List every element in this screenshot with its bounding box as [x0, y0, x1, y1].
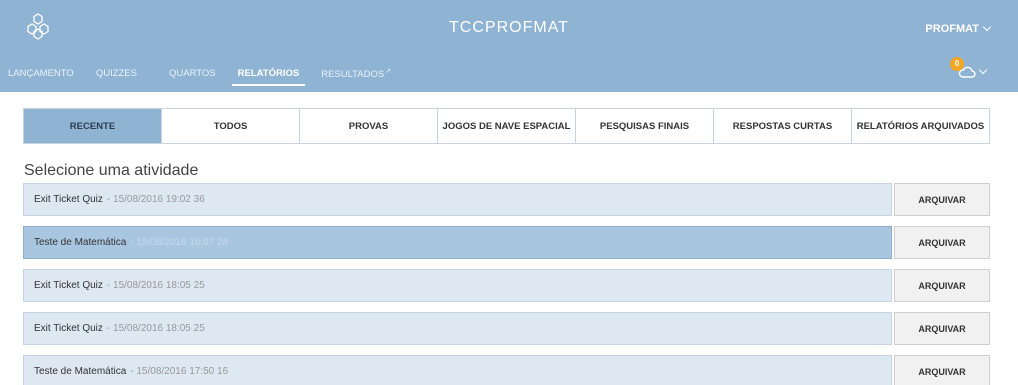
tab-jogos-de-nave-espacial[interactable]: JOGOS DE NAVE ESPACIAL [438, 109, 576, 143]
external-link-icon: ↗ [385, 68, 392, 75]
activity-date: - 15/08/2016 18:05 25 [106, 280, 205, 291]
activity-item[interactable]: Exit Ticket Quiz - 15/08/2016 18:05 25 [23, 269, 892, 302]
archive-button[interactable]: ARQUIVAR [894, 183, 990, 216]
nav-item-quizzes[interactable]: QUIZZES [96, 68, 137, 79]
activity-item[interactable]: Exit Ticket Quiz - 15/08/2016 19:02 36 [23, 183, 892, 216]
archive-button[interactable]: ARQUIVAR [894, 312, 990, 345]
tab-pesquisas-finais[interactable]: PESQUISAS FINAIS [576, 109, 714, 143]
activity-item[interactable]: Teste de Matemática - 15/08/2016 18:07 2… [23, 226, 892, 259]
activity-item[interactable]: Teste de Matemática - 15/08/2016 17:50 1… [23, 355, 892, 385]
chevron-down-icon [982, 22, 992, 32]
main-nav: LANÇAMENTO QUIZZES QUARTOS RELATÓRIOS RE… [8, 67, 413, 87]
activity-row: Teste de Matemática - 15/08/2016 17:50 1… [23, 355, 990, 385]
section-title: Selecione uma atividade [24, 162, 199, 179]
tab-provas[interactable]: PROVAS [300, 109, 438, 143]
tab-recente[interactable]: RECENTE [24, 109, 162, 143]
activity-row: Teste de Matemática - 15/08/2016 18:07 2… [23, 226, 990, 259]
report-tabs: RECENTE TODOS PROVAS JOGOS DE NAVE ESPAC… [23, 108, 990, 144]
notifications-menu[interactable]: 0 [950, 57, 988, 81]
activity-title: Teste de Matemática [34, 237, 127, 248]
tab-relatorios-arquivados[interactable]: RELATÓRIOS ARQUIVADOS [852, 109, 989, 143]
nav-item-lancamento[interactable]: LANÇAMENTO [8, 68, 74, 79]
activity-row: Exit Ticket Quiz - 15/08/2016 18:05 25 A… [23, 269, 990, 302]
archive-button[interactable]: ARQUIVAR [894, 269, 990, 302]
activity-date: - 15/08/2016 17:50 16 [130, 366, 229, 377]
archive-button[interactable]: ARQUIVAR [894, 355, 990, 385]
activity-list: Exit Ticket Quiz - 15/08/2016 19:02 36 A… [23, 183, 990, 385]
activity-row: Exit Ticket Quiz - 15/08/2016 19:02 36 A… [23, 183, 990, 216]
nav-item-quartos[interactable]: QUARTOS [169, 68, 216, 79]
activity-date: - 15/08/2016 19:02 36 [106, 194, 205, 205]
tab-todos[interactable]: TODOS [162, 109, 300, 143]
activity-title: Exit Ticket Quiz [34, 323, 103, 334]
chevron-down-icon [978, 65, 988, 75]
activity-title: Teste de Matemática [34, 366, 127, 377]
top-bar: TCCPROFMAT PROFMAT LANÇAMENTO QUIZZES QU… [0, 0, 1018, 92]
activity-title: Exit Ticket Quiz [34, 194, 103, 205]
activity-date: - 15/08/2016 18:05 25 [106, 323, 205, 334]
notification-badge: 0 [950, 57, 964, 71]
nav-item-relatorios[interactable]: RELATÓRIOS [231, 68, 305, 87]
app-title: TCCPROFMAT [449, 19, 569, 36]
nav-item-resultados[interactable]: RESULTADOS↗ [321, 67, 391, 80]
activity-row: Exit Ticket Quiz - 15/08/2016 18:05 25 A… [23, 312, 990, 345]
user-name: PROFMAT [925, 23, 979, 35]
archive-button[interactable]: ARQUIVAR [894, 226, 990, 259]
activity-item[interactable]: Exit Ticket Quiz - 15/08/2016 18:05 25 [23, 312, 892, 345]
nav-item-resultados-label: RESULTADOS [321, 69, 385, 81]
tab-respostas-curtas[interactable]: RESPOSTAS CURTAS [714, 109, 852, 143]
activity-title: Exit Ticket Quiz [34, 280, 103, 291]
user-menu[interactable]: PROFMAT [925, 22, 992, 35]
activity-date: - 15/08/2016 18:07 28 [130, 237, 229, 248]
